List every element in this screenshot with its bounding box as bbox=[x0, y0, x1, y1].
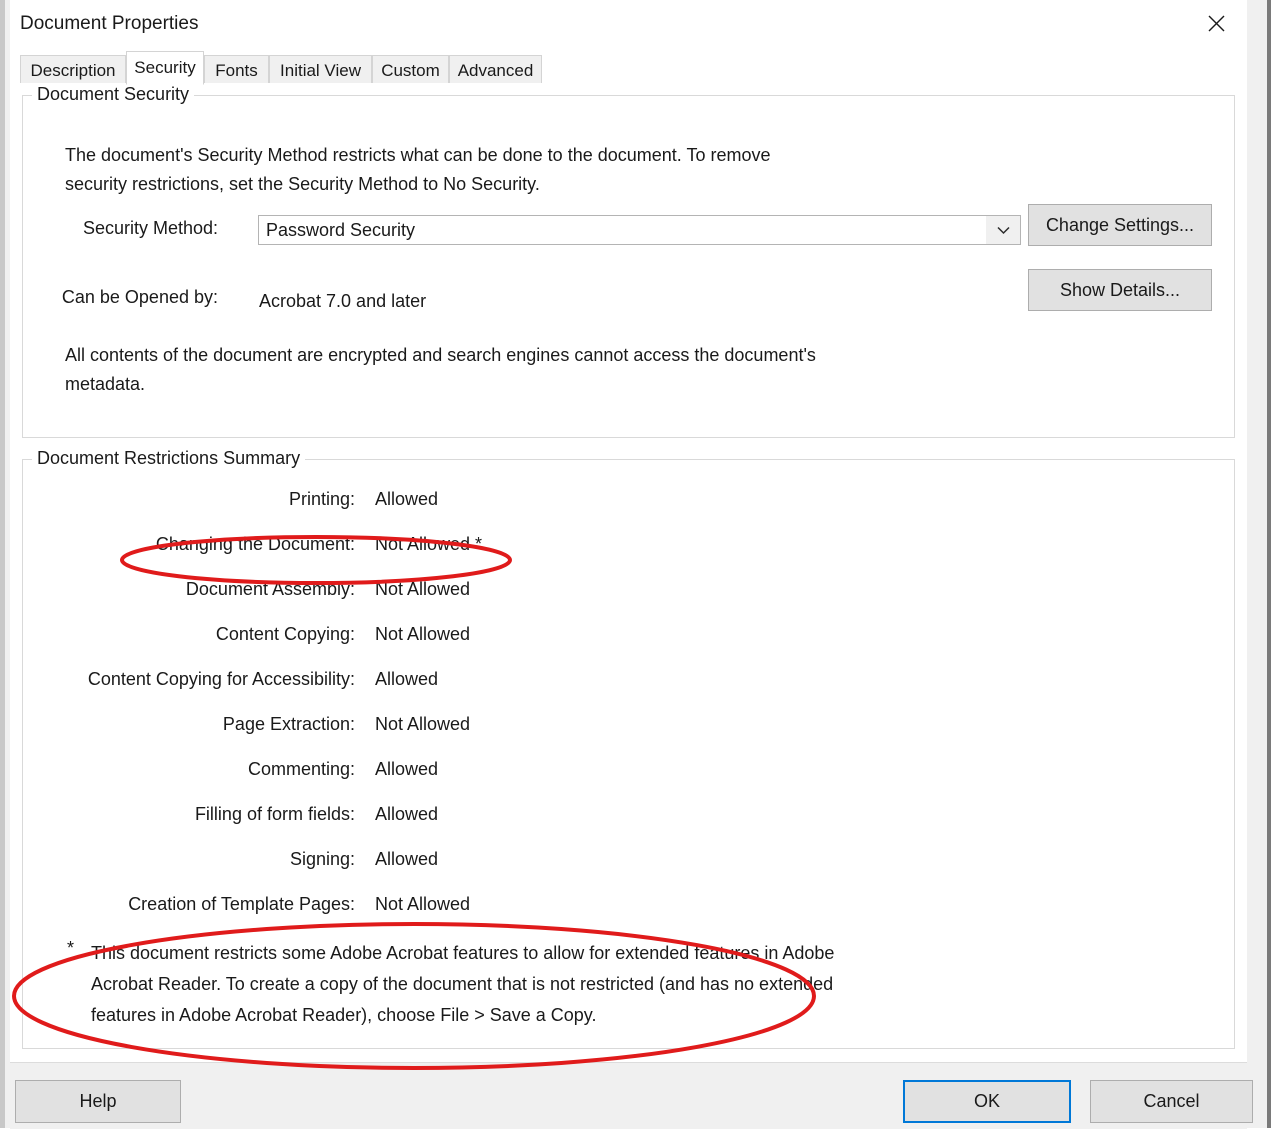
tab-security[interactable]: Security bbox=[126, 51, 204, 85]
change-settings-button[interactable]: Change Settings... bbox=[1028, 204, 1212, 246]
tab-strip: Description Security Fonts Initial View … bbox=[10, 49, 1247, 85]
window-right-edge bbox=[1267, 0, 1271, 1128]
table-row: Content Copying: Not Allowed bbox=[23, 624, 723, 652]
restriction-value: Not Allowed bbox=[375, 714, 471, 734]
tab-content-security: Document Security The document's Securit… bbox=[10, 84, 1247, 1062]
tab-initial-view[interactable]: Initial View bbox=[269, 55, 372, 85]
footnote-marker: * bbox=[67, 938, 75, 958]
restriction-value: Allowed bbox=[375, 804, 439, 824]
encryption-note-line2: metadata. bbox=[65, 374, 146, 394]
show-details-button[interactable]: Show Details... bbox=[1028, 269, 1212, 311]
window-right-inner-edge bbox=[1245, 0, 1267, 1128]
restriction-label: Printing: bbox=[288, 489, 355, 509]
restriction-label: Document Assembly: bbox=[185, 579, 355, 599]
tab-description[interactable]: Description bbox=[20, 55, 126, 85]
restriction-value: Not Allowed bbox=[375, 894, 471, 914]
document-restrictions-legend: Document Restrictions Summary bbox=[32, 448, 306, 469]
restriction-value: Allowed bbox=[375, 759, 439, 779]
title-bar: Document Properties bbox=[10, 0, 1247, 49]
table-row: Document Assembly: Not Allowed bbox=[23, 579, 723, 607]
table-row: Changing the Document: Not Allowed * bbox=[23, 534, 723, 562]
restriction-label: Changing the Document: bbox=[155, 534, 355, 554]
can-be-opened-by-label: Can be Opened by: bbox=[61, 287, 218, 307]
restriction-value: Allowed bbox=[375, 669, 439, 689]
security-method-select[interactable]: Password Security bbox=[258, 215, 1021, 245]
security-description-line1: The document's Security Method restricts… bbox=[65, 145, 771, 165]
dialog-footer: Help OK Cancel bbox=[10, 1062, 1253, 1129]
cancel-button[interactable]: Cancel bbox=[1090, 1080, 1253, 1123]
close-button[interactable] bbox=[1193, 0, 1239, 46]
restriction-value: Not Allowed bbox=[375, 624, 471, 644]
ok-button[interactable]: OK bbox=[903, 1080, 1071, 1123]
restriction-label: Commenting: bbox=[247, 759, 355, 779]
restriction-value: Allowed bbox=[375, 489, 439, 509]
tab-custom[interactable]: Custom bbox=[372, 55, 449, 85]
table-row: Commenting: Allowed bbox=[23, 759, 723, 787]
close-icon bbox=[1208, 15, 1224, 31]
restriction-label: Content Copying: bbox=[215, 624, 355, 644]
restriction-label: Filling of form fields: bbox=[194, 804, 355, 824]
table-row: Filling of form fields: Allowed bbox=[23, 804, 723, 832]
chevron-down-icon bbox=[996, 226, 1010, 234]
tab-fonts[interactable]: Fonts bbox=[204, 55, 269, 85]
table-row: Content Copying for Accessibility: Allow… bbox=[23, 669, 723, 697]
document-restrictions-group: Document Restrictions Summary Printing: … bbox=[22, 448, 1235, 1049]
security-description-line2: security restrictions, set the Security … bbox=[65, 174, 540, 194]
document-security-group: Document Security The document's Securit… bbox=[22, 84, 1235, 438]
table-row: Signing: Allowed bbox=[23, 849, 723, 877]
restriction-label: Page Extraction: bbox=[222, 714, 355, 734]
security-method-label: Security Method: bbox=[82, 218, 218, 238]
table-row: Page Extraction: Not Allowed bbox=[23, 714, 723, 742]
restriction-value: Not Allowed bbox=[375, 579, 471, 599]
restriction-value: Not Allowed * bbox=[375, 534, 483, 554]
can-be-opened-by-value: Acrobat 7.0 and later bbox=[259, 291, 427, 311]
security-method-dropdown-button[interactable] bbox=[986, 216, 1020, 244]
window-title: Document Properties bbox=[20, 13, 199, 34]
tab-advanced[interactable]: Advanced bbox=[449, 55, 542, 85]
security-method-value: Password Security bbox=[266, 219, 416, 240]
table-row: Creation of Template Pages: Not Allowed bbox=[23, 894, 723, 922]
restriction-value: Allowed bbox=[375, 849, 439, 869]
footnote-text: This document restricts some Adobe Acrob… bbox=[91, 943, 835, 1025]
restriction-label: Signing: bbox=[289, 849, 355, 869]
table-row: Printing: Allowed bbox=[23, 489, 723, 517]
document-properties-dialog: Document Properties Description Security… bbox=[0, 0, 1271, 1129]
encryption-note-line1: All contents of the document are encrypt… bbox=[65, 345, 816, 365]
help-button[interactable]: Help bbox=[15, 1080, 181, 1123]
restriction-label: Content Copying for Accessibility: bbox=[87, 669, 355, 689]
restriction-label: Creation of Template Pages: bbox=[128, 894, 355, 914]
document-security-legend: Document Security bbox=[32, 84, 195, 105]
